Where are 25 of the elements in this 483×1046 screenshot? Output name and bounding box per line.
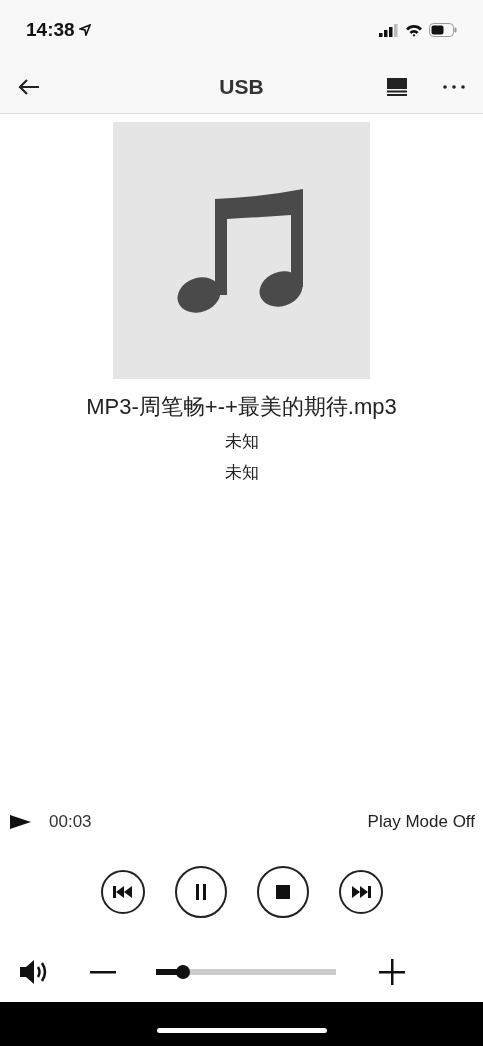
pause-button[interactable]: [174, 866, 227, 918]
stop-button[interactable]: [256, 866, 309, 918]
pause-icon: [194, 884, 207, 900]
previous-icon: [112, 886, 133, 898]
more-button[interactable]: [443, 84, 465, 89]
wifi-icon: [405, 23, 423, 37]
queue-button[interactable]: [387, 77, 407, 96]
location-icon: [78, 24, 91, 36]
volume-down-button[interactable]: [90, 970, 116, 974]
elapsed-time: 00:03: [49, 812, 92, 832]
next-icon: [350, 886, 371, 898]
track-title: MP3-周笔畅+-+最美的期待.mp3: [85, 393, 398, 421]
back-button[interactable]: [18, 77, 40, 96]
page-title: USB: [218, 74, 265, 99]
battery-icon: [429, 23, 457, 37]
next-button[interactable]: [338, 870, 383, 914]
status-time: 14:38: [26, 19, 91, 41]
previous-button[interactable]: [100, 870, 145, 914]
artist-name: 未知: [223, 431, 260, 453]
stop-icon: [275, 885, 290, 899]
volume-up-button[interactable]: [379, 959, 405, 985]
album-name: 未知: [223, 462, 260, 484]
play-mode-button[interactable]: Play Mode Off: [367, 812, 475, 832]
signal-icon: [379, 23, 399, 37]
play-icon: [10, 815, 31, 829]
